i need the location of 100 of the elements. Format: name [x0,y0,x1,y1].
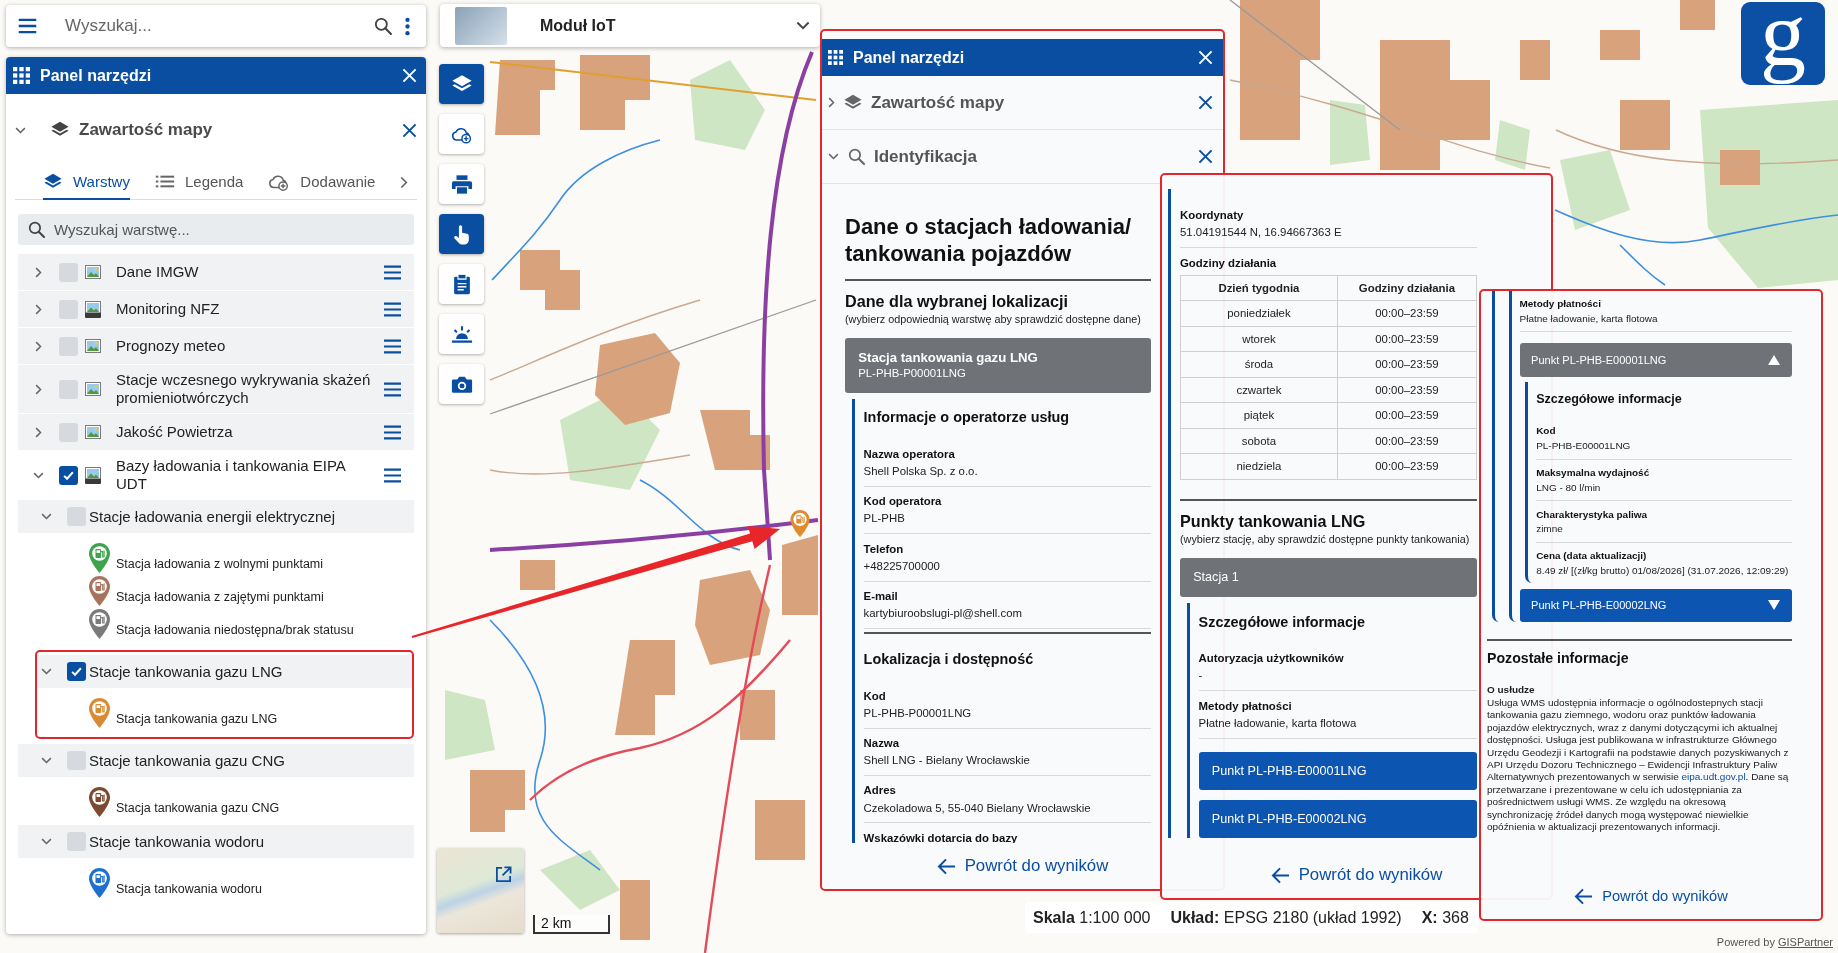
link[interactable]: eipa.udt.gov.pl [1681,771,1746,783]
arrow-left-icon [936,857,956,875]
tool-button[interactable] [439,114,484,154]
close-icon[interactable] [1198,95,1213,110]
field-value: kartybiuroobslugi-pl@shell.com [863,607,1024,621]
menu-icon[interactable] [17,17,38,35]
checkbox[interactable] [67,832,86,851]
forest-area [445,690,495,760]
layer-name: Bazy ładowania i tankowania EIPA UDT [116,457,347,493]
built-up-area [520,250,580,310]
checkbox[interactable] [59,379,78,399]
chevron-right-icon[interactable] [828,97,835,108]
layer-name: Stacje ładowania energii elektrycznej [89,507,336,526]
forest-area [1330,100,1370,165]
field-label: Metody płatności [1198,699,1293,714]
layer-name: Stacje tankowania gazu CNG [89,751,286,770]
section-title: Identyfikacja [874,146,978,167]
chevron-down-icon [796,21,810,30]
image-layer-icon [85,381,101,397]
built-up-area [1520,40,1550,80]
accordion-header[interactable]: Punkt PL-PHB-E00001LNG [1519,343,1792,377]
tool-button[interactable] [439,164,484,204]
subheading: Lokalizacja i dostępność [863,631,1151,682]
menu-icon[interactable] [382,300,403,318]
tool-button[interactable] [439,64,484,104]
layer-name: Jakość Powietrza [116,423,234,441]
checkbox[interactable] [59,299,78,319]
tab[interactable]: Warstwy [43,165,130,200]
panel-title: Panel narzędzi [40,66,153,85]
accordion-header[interactable]: Punkt PL-PHB-E00002LNG [1519,588,1792,623]
chevron-down-icon[interactable] [33,471,44,479]
status-text: X: 368 [1421,908,1469,927]
chevron-down-icon[interactable] [41,513,52,520]
field-value: Shell LNG - Bielany Wrocławskie [863,754,1031,768]
legend-label: Stacja tankowania gazu CNG [116,801,280,817]
checkbox[interactable] [67,507,86,526]
hint-text: (wybierz odpowiednią warstwę aby sprawdzić dostępne dane) [845,313,1142,326]
chevron-right-icon[interactable] [400,176,409,189]
checkbox[interactable] [67,751,86,770]
accordion-header[interactable]: Punkt PL-PHB-E00002LNG [1198,799,1477,839]
table-cell: 00:00–23:59 [1337,402,1477,429]
close-icon[interactable] [1198,149,1213,164]
back-link[interactable]: Powrót do wyników [1270,865,1443,885]
back-link[interactable]: Powrót do wyników [936,856,1109,876]
link[interactable]: GISPartner [1777,936,1833,948]
checkbox[interactable] [67,662,86,681]
search-icon[interactable] [373,16,393,36]
subheading: Informacje o operatorze usług [863,408,1071,428]
status-text: Skala 1:100 000 [1033,908,1151,927]
close-icon[interactable] [402,122,417,138]
checkbox[interactable] [59,336,78,356]
legend-label: Stacja tankowania wodoru [116,882,262,898]
tab[interactable]: Legenda [154,165,244,200]
menu-icon[interactable] [382,423,403,441]
tool-button[interactable] [439,314,484,354]
chevron-down-icon[interactable] [41,757,52,764]
chevron-down-icon[interactable] [828,153,839,160]
accordion-header[interactable]: Stacja tankowania gazu LNG PL-PHB-P00001LNG [845,338,1151,393]
tool-button[interactable] [439,264,484,304]
field-label: Godziny działania [1180,256,1278,271]
search-field[interactable]: Wyszukaj warstwę... [18,214,414,245]
table-cell: 00:00–23:59 [1337,428,1477,454]
checkbox[interactable] [59,262,78,282]
search-bar[interactable]: Wyszukaj... [6,5,426,47]
legend-label: Stacja ładowania niedostępna/brak statusu [116,623,354,639]
tab[interactable]: Dodawanie [268,165,376,200]
search-icon [27,220,46,239]
chevron-right-icon[interactable] [35,383,42,395]
accordion-header[interactable]: Stacja 1 [1180,558,1477,597]
logo: g [1741,2,1825,85]
field-value: PL-PHB-P00001LNG [863,706,973,721]
menu-icon[interactable] [382,263,403,281]
chevron-down-icon[interactable] [41,668,52,675]
chevron-down-icon[interactable] [41,838,52,845]
table-cell: 00:00–23:59 [1337,326,1477,352]
module-select[interactable]: Moduł IoT [440,4,820,47]
section-title: Zawartość mapy [871,92,1006,113]
checkbox[interactable] [59,465,78,485]
chevron-right-icon[interactable] [35,426,42,438]
more-icon[interactable] [405,16,410,36]
grid-icon[interactable] [13,67,30,84]
table-cell: czwartek [1180,377,1338,403]
menu-icon[interactable] [382,466,403,484]
menu-icon[interactable] [382,337,403,355]
field-label: Autoryzacja użytkowników [1198,652,1345,667]
tool-button[interactable] [439,364,484,404]
chevron-right-icon[interactable] [35,266,42,278]
checkbox[interactable] [59,422,78,442]
field-label: Kod [1536,425,1557,438]
search-field[interactable]: Wyszukaj... [50,11,361,41]
back-link[interactable]: Powrót do wyników [1574,887,1728,905]
chevron-down-icon[interactable] [15,126,26,134]
chevron-right-icon[interactable] [35,303,42,315]
grid-icon[interactable] [828,50,843,65]
chevron-right-icon[interactable] [35,340,42,352]
menu-icon[interactable] [382,380,403,398]
heading: Dane dla wybranej lokalizacji [845,291,1070,312]
tool-button[interactable] [439,214,484,254]
accordion-header[interactable]: Punkt PL-PHB-E00001LNG [1198,751,1477,791]
expand-icon[interactable] [495,866,512,883]
